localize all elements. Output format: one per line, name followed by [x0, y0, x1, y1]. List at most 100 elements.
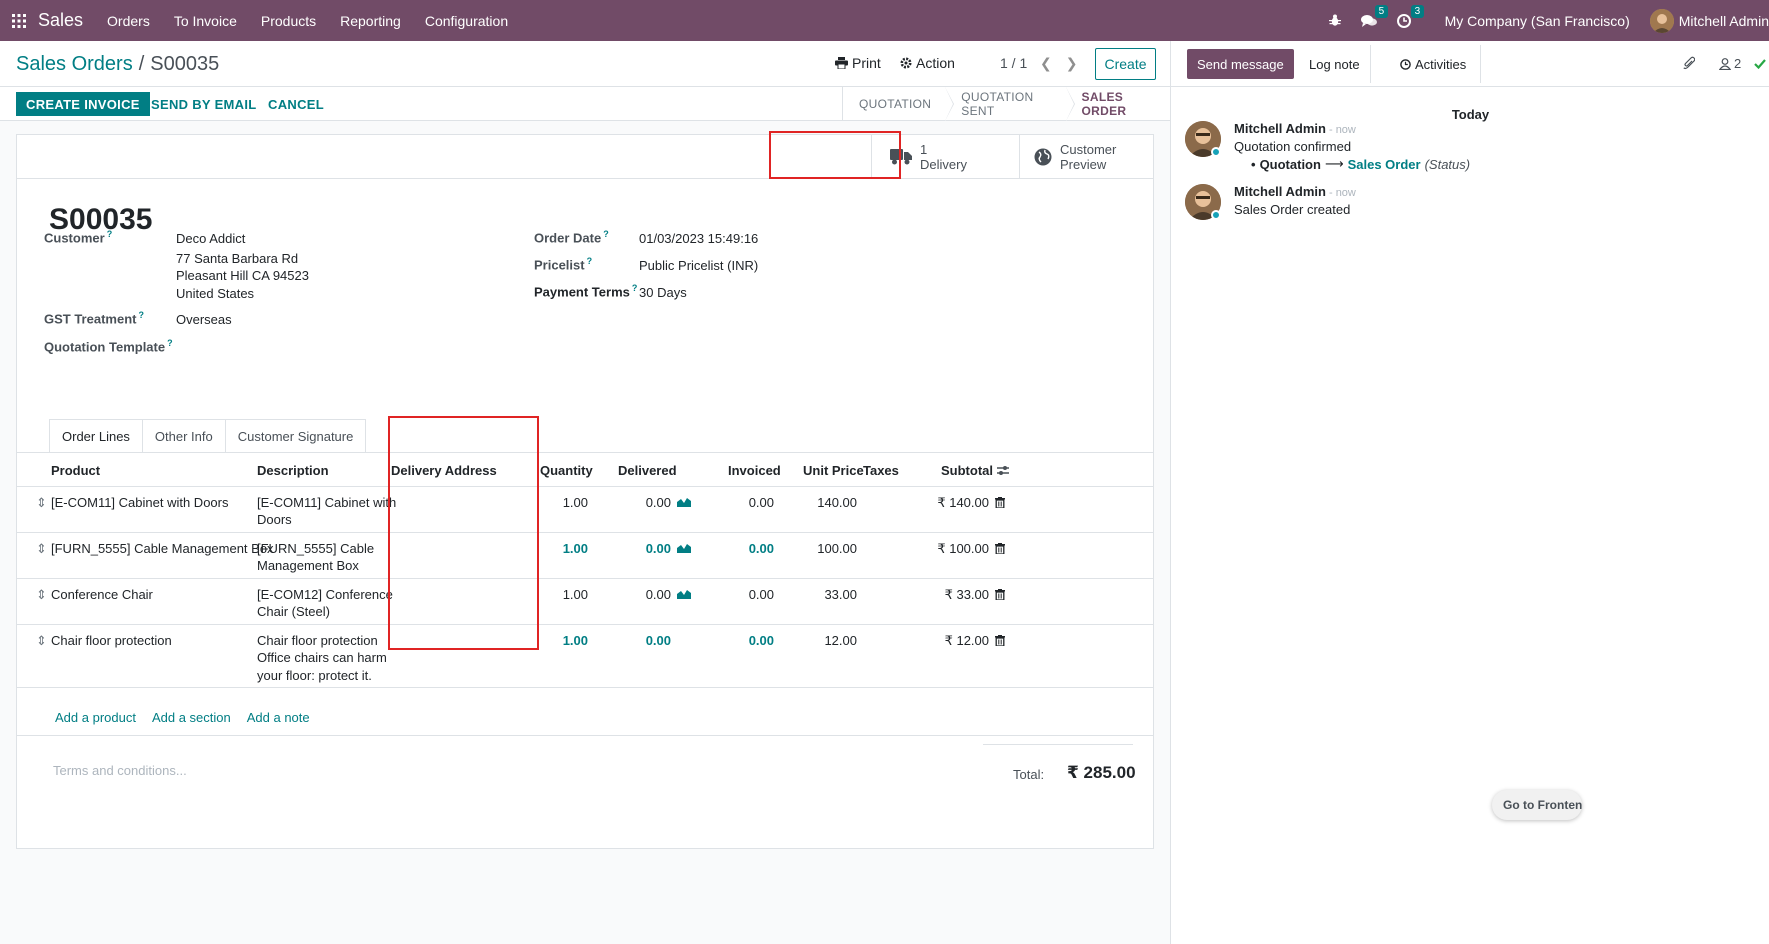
cancel-button[interactable]: CANCEL	[268, 92, 324, 116]
row-description-line2[interactable]: Chair (Steel)	[257, 602, 330, 621]
trash-icon[interactable]	[995, 635, 1005, 646]
messages-icon[interactable]: 5	[1360, 4, 1389, 28]
forecast-chart-icon[interactable]	[677, 543, 691, 553]
drag-handle-icon[interactable]: ⇕	[36, 539, 47, 558]
user-menu[interactable]: Mitchell Admin	[1649, 8, 1769, 33]
row-unit-price[interactable]: 140.00	[797, 493, 857, 512]
send-message-button[interactable]: Send message	[1187, 49, 1294, 79]
customer-link[interactable]: Deco Addict	[176, 229, 245, 248]
bug-icon[interactable]	[1328, 14, 1341, 27]
menu-products[interactable]: Products	[261, 13, 316, 29]
row-delivered[interactable]: 0.00	[607, 631, 671, 650]
row-delivered[interactable]: 0.00	[607, 585, 671, 604]
menu-to-invoice[interactable]: To Invoice	[174, 13, 237, 29]
company-switcher[interactable]: My Company (San Francisco)	[1445, 13, 1630, 29]
row-delivered[interactable]: 0.00	[607, 539, 671, 558]
stage-sales-order[interactable]: SALES ORDER	[1066, 87, 1170, 121]
activities-button[interactable]: Activities	[1386, 45, 1482, 83]
pager-value[interactable]: 1 / 1	[1000, 55, 1027, 71]
th-taxes[interactable]: Taxes	[863, 463, 899, 478]
th-unit-price[interactable]: Unit Price	[803, 463, 864, 478]
row-description-line2[interactable]: Doors	[257, 510, 292, 529]
row-description-line2[interactable]: Office chairs can harm	[257, 648, 387, 667]
drag-handle-icon[interactable]: ⇕	[36, 585, 47, 604]
pager-prev-icon[interactable]: ❮	[1040, 55, 1052, 72]
track-field: (Status)	[1424, 156, 1471, 172]
stage-quotation-sent[interactable]: QUOTATION SENT	[945, 87, 1075, 121]
customer-preview-button[interactable]: Customer Preview	[1019, 135, 1153, 179]
th-invoiced[interactable]: Invoiced	[728, 463, 781, 478]
row-product[interactable]: [FURN_5555] Cable Management Box	[51, 539, 274, 558]
row-unit-price[interactable]: 33.00	[797, 585, 857, 604]
print-button[interactable]: Print	[835, 55, 881, 71]
menu-reporting[interactable]: Reporting	[340, 13, 401, 29]
message-author[interactable]: Mitchell Admin - now	[1234, 121, 1356, 136]
row-subtotal: ₹ 33.00	[944, 587, 989, 602]
forecast-chart-icon[interactable]	[677, 589, 691, 599]
optional-columns-icon[interactable]	[997, 465, 1009, 476]
trash-icon[interactable]	[995, 543, 1005, 554]
row-delivered[interactable]: 0.00	[607, 493, 671, 512]
message-body: Sales Order created	[1234, 202, 1351, 217]
row-invoiced[interactable]: 0.00	[707, 631, 774, 650]
messages-badge: 5	[1374, 4, 1389, 18]
pricelist-value[interactable]: Public Pricelist (INR)	[639, 256, 758, 275]
order-date-value[interactable]: 01/03/2023 15:49:16	[639, 229, 758, 248]
row-unit-price[interactable]: 100.00	[797, 539, 857, 558]
th-description[interactable]: Description	[257, 463, 329, 478]
menu-configuration[interactable]: Configuration	[425, 13, 508, 29]
drag-handle-icon[interactable]: ⇕	[36, 631, 47, 650]
menu-orders[interactable]: Orders	[107, 13, 150, 29]
row-product[interactable]: Conference Chair	[51, 585, 153, 604]
attachments-icon[interactable]	[1683, 56, 1695, 70]
row-product[interactable]: Chair floor protection	[51, 631, 172, 650]
breadcrumb-sales-orders[interactable]: Sales Orders	[16, 53, 133, 75]
online-status-dot	[1211, 210, 1221, 220]
action-button[interactable]: Action	[900, 55, 955, 71]
drag-handle-icon[interactable]: ⇕	[36, 493, 47, 512]
arrow-right-icon: ⟶	[1324, 156, 1344, 171]
tab-customer-signature[interactable]: Customer Signature	[224, 419, 367, 453]
log-note-button[interactable]: Log note	[1299, 45, 1371, 83]
add-product-link[interactable]: Add a product	[55, 710, 136, 725]
trash-icon[interactable]	[995, 589, 1005, 600]
row-invoiced[interactable]: 0.00	[707, 493, 774, 512]
table-row[interactable]: ⇕ Conference Chair [E-COM12] Conference …	[17, 579, 1153, 625]
row-description-line2[interactable]: Management Box	[257, 556, 359, 575]
forecast-chart-icon[interactable]	[677, 497, 691, 507]
create-invoice-button[interactable]: CREATE INVOICE	[16, 92, 150, 116]
row-invoiced[interactable]: 0.00	[707, 585, 774, 604]
breadcrumb: Sales Orders / S00035	[16, 53, 219, 76]
gst-value[interactable]: Overseas	[176, 310, 232, 329]
apps-menu-icon[interactable]	[0, 0, 38, 41]
tab-other-info[interactable]: Other Info	[141, 419, 226, 453]
row-invoiced[interactable]: 0.00	[707, 539, 774, 558]
add-note-link[interactable]: Add a note	[247, 710, 310, 725]
add-section-link[interactable]: Add a section	[152, 710, 231, 725]
row-description-line3[interactable]: your floor: protect it.	[257, 666, 372, 685]
table-row[interactable]: ⇕ [FURN_5555] Cable Management Box [FURN…	[17, 533, 1153, 579]
activities-clock-icon[interactable]: 3	[1396, 4, 1425, 28]
chatter-message: Mitchell Admin - now Sales Order created	[1185, 184, 1745, 224]
tab-order-lines[interactable]: Order Lines	[49, 419, 143, 453]
table-row[interactable]: ⇕ [E-COM11] Cabinet with Doors [E-COM11]…	[17, 487, 1153, 533]
app-name[interactable]: Sales	[38, 10, 83, 31]
pager-next-icon[interactable]: ❯	[1066, 55, 1078, 72]
go-to-frontend-button[interactable]: Go to Frontend	[1492, 790, 1582, 820]
th-quantity[interactable]: Quantity	[540, 463, 593, 478]
stage-quotation[interactable]: QUOTATION	[843, 87, 955, 121]
table-row[interactable]: ⇕ Chair floor protection Chair floor pro…	[17, 625, 1153, 688]
message-author[interactable]: Mitchell Admin - now	[1234, 184, 1356, 199]
create-button[interactable]: Create	[1095, 48, 1156, 80]
row-unit-price[interactable]: 12.00	[797, 631, 857, 650]
smart-button-box: 1 Delivery Customer Preview	[17, 135, 1153, 179]
th-product[interactable]: Product	[51, 463, 100, 478]
followers-button[interactable]: 2	[1719, 56, 1767, 71]
trash-icon[interactable]	[995, 497, 1005, 508]
send-by-email-button[interactable]: SEND BY EMAIL	[151, 92, 257, 116]
th-subtotal[interactable]: Subtotal	[941, 463, 993, 478]
row-product[interactable]: [E-COM11] Cabinet with Doors	[51, 493, 229, 512]
terms-input[interactable]: Terms and conditions...	[53, 763, 187, 778]
th-delivered[interactable]: Delivered	[618, 463, 677, 478]
payment-terms-value[interactable]: 30 Days	[639, 283, 687, 302]
